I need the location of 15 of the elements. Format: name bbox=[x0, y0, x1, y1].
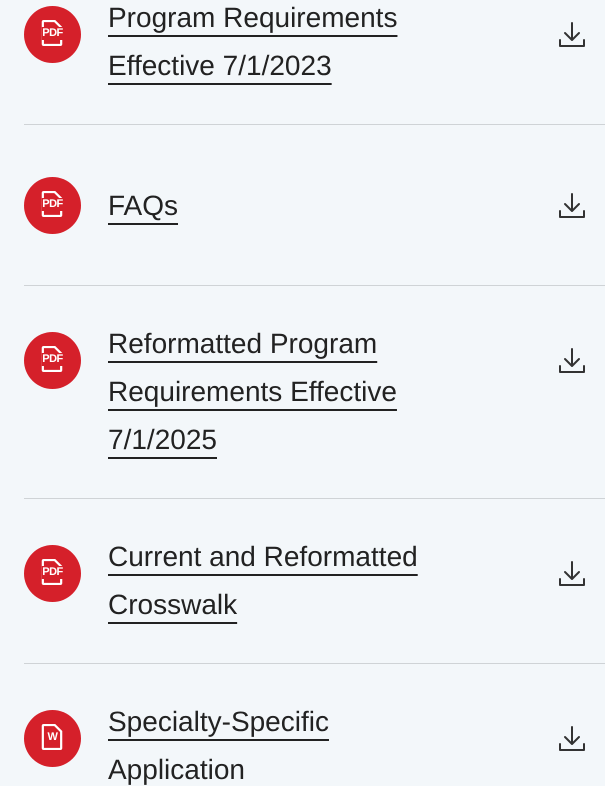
file-icon: PDF bbox=[24, 6, 81, 63]
document-link[interactable]: FAQs bbox=[108, 182, 438, 230]
download-icon[interactable] bbox=[557, 190, 587, 220]
document-link[interactable]: Current and Reformatted Crosswalk bbox=[108, 533, 438, 629]
document-link[interactable]: Specialty-Specific Application bbox=[108, 698, 438, 786]
download-icon[interactable] bbox=[557, 346, 587, 376]
file-icon: PDF bbox=[24, 177, 81, 234]
download-icon[interactable] bbox=[557, 559, 587, 589]
document-link[interactable]: Program Requirements Effective 7/1/2023 bbox=[108, 0, 438, 90]
file-icon: PDF bbox=[24, 545, 81, 602]
file-icon: PDF bbox=[24, 332, 81, 389]
download-icon[interactable] bbox=[557, 20, 587, 50]
document-link[interactable]: Reformatted Program Requirements Effective 7/1/2025 bbox=[108, 320, 438, 464]
file-icon: W bbox=[24, 710, 81, 767]
download-icon[interactable] bbox=[557, 724, 587, 754]
